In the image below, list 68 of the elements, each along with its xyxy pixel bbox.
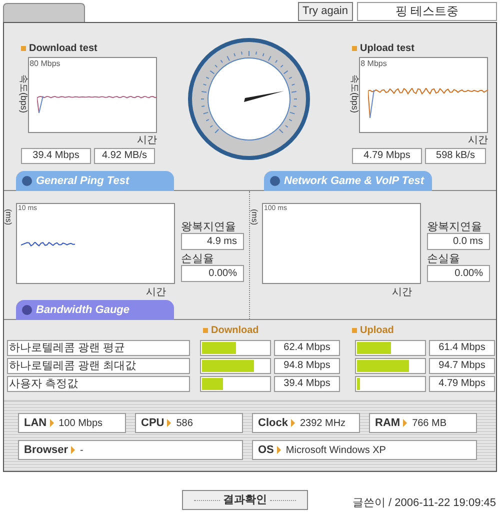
ping-tab[interactable]: General Ping Test (16, 171, 174, 191)
triangle-icon (71, 446, 76, 454)
info-value: 2392 MHz (300, 416, 346, 430)
tab-label: General Ping Test (36, 174, 130, 189)
bullet-icon (352, 46, 357, 51)
info-value: Microsoft Windows XP (286, 444, 386, 458)
info-label: Browser (24, 442, 68, 458)
bullet-icon (352, 328, 357, 333)
reading-field: 62.4 Mbps (274, 340, 340, 356)
info-label: CPU (141, 416, 164, 431)
loss-field: 0.00% (427, 265, 490, 282)
field-label: 왕복지연율 (181, 220, 236, 235)
chart-title: Upload test (360, 42, 414, 56)
info-label: Clock (258, 416, 288, 431)
scale-label: 8 Mbps (360, 58, 387, 70)
reading-field: 94.8 Mbps (274, 358, 340, 374)
info-value: 586 (176, 416, 193, 430)
reading-field: 39.4 Mbps (274, 376, 340, 392)
reading-field: 4.79 Mbps (429, 376, 495, 392)
axis-label: 시간 (137, 134, 157, 148)
info-label: OS (258, 442, 274, 458)
axis-label: 시간 (392, 286, 412, 300)
triangle-icon (403, 419, 408, 427)
axis-label: 속도(bps) (18, 73, 30, 115)
field-label: 손실율 (427, 252, 460, 267)
row-label: 하나로텔레콤 광랜 최대값 (7, 358, 190, 374)
latency-trace (21, 242, 76, 247)
author-caption: 글쓴이 / 2006-11-22 19:09:45 (352, 496, 496, 511)
triangle-icon (276, 446, 281, 454)
row-label: 하나로텔레콤 광랜 평균 (7, 340, 190, 356)
info-value: 766 MB (412, 416, 447, 430)
info-value: 100 Mbps (58, 416, 103, 430)
axis-label: 시간 (146, 286, 166, 300)
ping-tab[interactable]: Network Game & VoIP Test (264, 171, 432, 191)
latency-field: 0.0 ms (427, 233, 490, 250)
reading-field: 598 kB/s (425, 148, 486, 164)
latency-field: 4.9 ms (181, 233, 244, 250)
info-value: - (80, 444, 84, 458)
bullet-icon (21, 46, 26, 51)
axis-label: (ms) (3, 209, 14, 225)
scale-label: 80 Mbps (30, 58, 60, 70)
loss-field: 0.00% (181, 265, 244, 282)
bullet-icon (203, 328, 208, 333)
info-label: LAN (24, 416, 47, 431)
bandwidth-tab[interactable]: Bandwidth Gauge (16, 300, 174, 320)
reading-field: 94.7 Mbps (429, 358, 495, 374)
field-label: 왕복지연율 (427, 220, 482, 235)
field-label: 손실율 (181, 252, 214, 267)
triangle-icon (290, 419, 295, 427)
tab-label: Bandwidth Gauge (36, 302, 130, 318)
chart-title: Download test (29, 42, 98, 56)
axis-label: 시간 (468, 134, 488, 148)
column-header: Upload (360, 324, 394, 338)
triangle-icon (50, 419, 54, 427)
reading-field: 39.4 Mbps (21, 148, 91, 164)
info-label: RAM (375, 416, 400, 431)
reading-field: 4.79 Mbps (352, 148, 422, 164)
tab-label: Network Game & VoIP Test (284, 174, 424, 189)
row-label: 사용자 측정값 (7, 376, 190, 392)
column-header: Download (211, 324, 259, 338)
triangle-icon (167, 419, 172, 427)
try-again-button[interactable]: Try again (298, 2, 353, 21)
reading-field: 61.4 Mbps (429, 340, 495, 356)
reading-field: 4.92 MB/s (94, 148, 155, 164)
axis-label: (ms) (249, 209, 260, 225)
status-field: 핑 테스트중 (357, 2, 497, 21)
axis-label: 속도(bps) (348, 73, 361, 115)
result-button[interactable]: 결과확인 (182, 490, 308, 510)
